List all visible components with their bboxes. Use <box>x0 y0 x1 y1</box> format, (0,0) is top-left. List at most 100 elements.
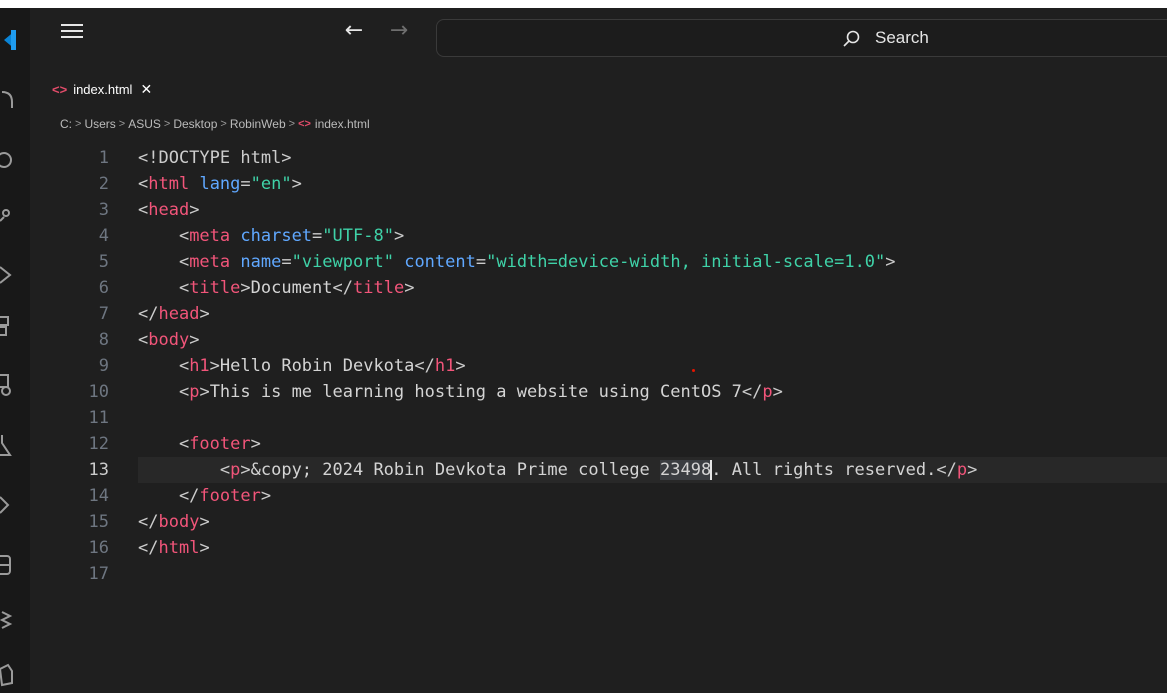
code-token: </ <box>741 382 763 402</box>
line-number: 10 <box>88 382 109 402</box>
line-number: 15 <box>88 512 109 532</box>
code-token: > <box>240 278 251 298</box>
database-icon[interactable] <box>0 553 16 577</box>
forward-arrow-icon[interactable]: → <box>385 20 413 42</box>
code-token: &copy; 2024 Robin Devkota Prime college <box>250 460 661 480</box>
code-line[interactable]: 15 </body> <box>30 509 1167 535</box>
code-token: This is me learning hosting a website us… <box>209 382 742 402</box>
testing-icon[interactable] <box>0 433 16 457</box>
code-line[interactable]: 17 <box>30 561 1167 587</box>
code-token: lang <box>199 174 241 194</box>
code-token: = <box>475 252 487 272</box>
docker-icon[interactable] <box>0 608 16 632</box>
code-line[interactable]: 14 </footer> <box>30 483 1167 509</box>
code-text: <head> <box>138 197 199 223</box>
code-token: meta <box>189 226 231 246</box>
code-token: > <box>189 200 200 220</box>
code-text: <!DOCTYPE html> <box>138 145 292 171</box>
code-token: Document <box>250 278 333 298</box>
git-graph-icon[interactable] <box>0 493 16 517</box>
vscode-logo-icon[interactable] <box>0 28 16 52</box>
code-line[interactable]: 9 <h1>Hello Robin Devkota</h1> <box>30 353 1167 379</box>
code-token: p <box>762 382 773 402</box>
code-line[interactable]: 12 <footer> <box>30 431 1167 457</box>
code-token: </ <box>138 486 200 506</box>
code-token: = <box>240 174 251 194</box>
code-text: <footer> <box>138 431 261 457</box>
code-token: < <box>138 200 149 220</box>
breadcrumb-item-file[interactable]: index.html <box>315 117 370 131</box>
remote-explorer-icon[interactable] <box>0 373 16 397</box>
line-number: 6 <box>98 278 109 298</box>
tab-index-html[interactable]: <> index.html ✕ <box>52 78 152 100</box>
code-token: > <box>967 460 978 480</box>
run-debug-icon[interactable] <box>0 263 16 287</box>
code-token: body <box>158 512 200 532</box>
code-token: > <box>772 382 783 402</box>
code-text: </head> <box>138 301 210 327</box>
package-icon[interactable] <box>0 663 16 687</box>
code-text: <p>This is me learning hosting a website… <box>138 379 783 405</box>
code-token: < <box>138 226 190 246</box>
source-control-icon[interactable] <box>0 203 16 227</box>
hamburger-menu-icon[interactable] <box>61 22 83 40</box>
code-token: </ <box>936 460 957 480</box>
code-token: footer <box>199 486 261 506</box>
explorer-icon[interactable] <box>0 88 16 112</box>
code-token: meta <box>189 252 231 272</box>
search-label: Search <box>875 28 929 47</box>
code-token: h1 <box>189 356 210 376</box>
code-token: > <box>209 356 220 376</box>
line-number: 2 <box>98 174 109 194</box>
code-token: < <box>138 174 149 194</box>
code-token: = <box>312 226 323 246</box>
code-token: > <box>455 356 466 376</box>
code-text: <meta name="viewport" content="width=dev… <box>138 249 896 275</box>
command-center-search[interactable]: Search <box>436 19 1167 57</box>
code-token: < <box>138 356 190 376</box>
line-number: 8 <box>98 330 109 350</box>
code-token: "width=device-width, initial-scale=1.0" <box>486 252 886 272</box>
code-line[interactable]: 1 <!DOCTYPE html> <box>30 145 1167 171</box>
code-line[interactable]: 3 <head> <box>30 197 1167 223</box>
code-editor[interactable]: 1 <!DOCTYPE html> 2 <html lang="en"> 3 <head>… <box>30 141 1167 693</box>
back-arrow-icon[interactable]: ← <box>340 20 368 42</box>
code-line[interactable]: 16 </html> <box>30 535 1167 561</box>
activity-bar <box>0 8 30 693</box>
code-token: > <box>250 434 261 454</box>
code-token: title <box>353 278 405 298</box>
breadcrumb-item-desktop[interactable]: Desktop <box>173 117 217 131</box>
code-text: </body> <box>138 509 210 535</box>
code-line[interactable]: 8 <body> <box>30 327 1167 353</box>
code-line[interactable]: 5 <meta name="viewport" content="width=d… <box>30 249 1167 275</box>
code-token: html <box>158 538 200 558</box>
code-token: < <box>138 278 190 298</box>
extensions-icon[interactable] <box>0 313 16 337</box>
code-token: > <box>199 538 210 558</box>
search-activity-icon[interactable] <box>0 148 16 172</box>
code-line[interactable]: 7 </head> <box>30 301 1167 327</box>
line-number: 14 <box>88 486 109 506</box>
code-token: "viewport" <box>291 252 394 272</box>
code-line[interactable]: 2 <html lang="en"> <box>30 171 1167 197</box>
code-line[interactable]: 6 <title>Document</title> <box>30 275 1167 301</box>
code-token: p <box>189 382 200 402</box>
close-icon[interactable]: ✕ <box>140 81 152 98</box>
code-line[interactable]: 11 <box>30 405 1167 431</box>
code-token: head <box>148 200 190 220</box>
code-token: name <box>240 252 282 272</box>
code-token: > <box>885 252 896 272</box>
chevron-right-icon: > <box>118 118 126 130</box>
breadcrumb-item-robinweb[interactable]: RobinWeb <box>230 117 286 131</box>
code-token: </ <box>138 512 159 532</box>
code-line[interactable]: 10 <p>This is me learning hosting a webs… <box>30 379 1167 405</box>
breadcrumb-item-asus[interactable]: ASUS <box>128 117 161 131</box>
chevron-right-icon: > <box>220 118 227 130</box>
breadcrumb-item-drive[interactable]: C: <box>60 117 72 131</box>
code-line[interactable]: 4 <meta charset="UTF-8"> <box>30 223 1167 249</box>
search-icon <box>842 30 860 48</box>
code-line[interactable]: 13 <p>&copy; 2024 Robin Devkota Prime co… <box>30 457 1167 483</box>
breadcrumb-item-users[interactable]: Users <box>84 117 115 131</box>
